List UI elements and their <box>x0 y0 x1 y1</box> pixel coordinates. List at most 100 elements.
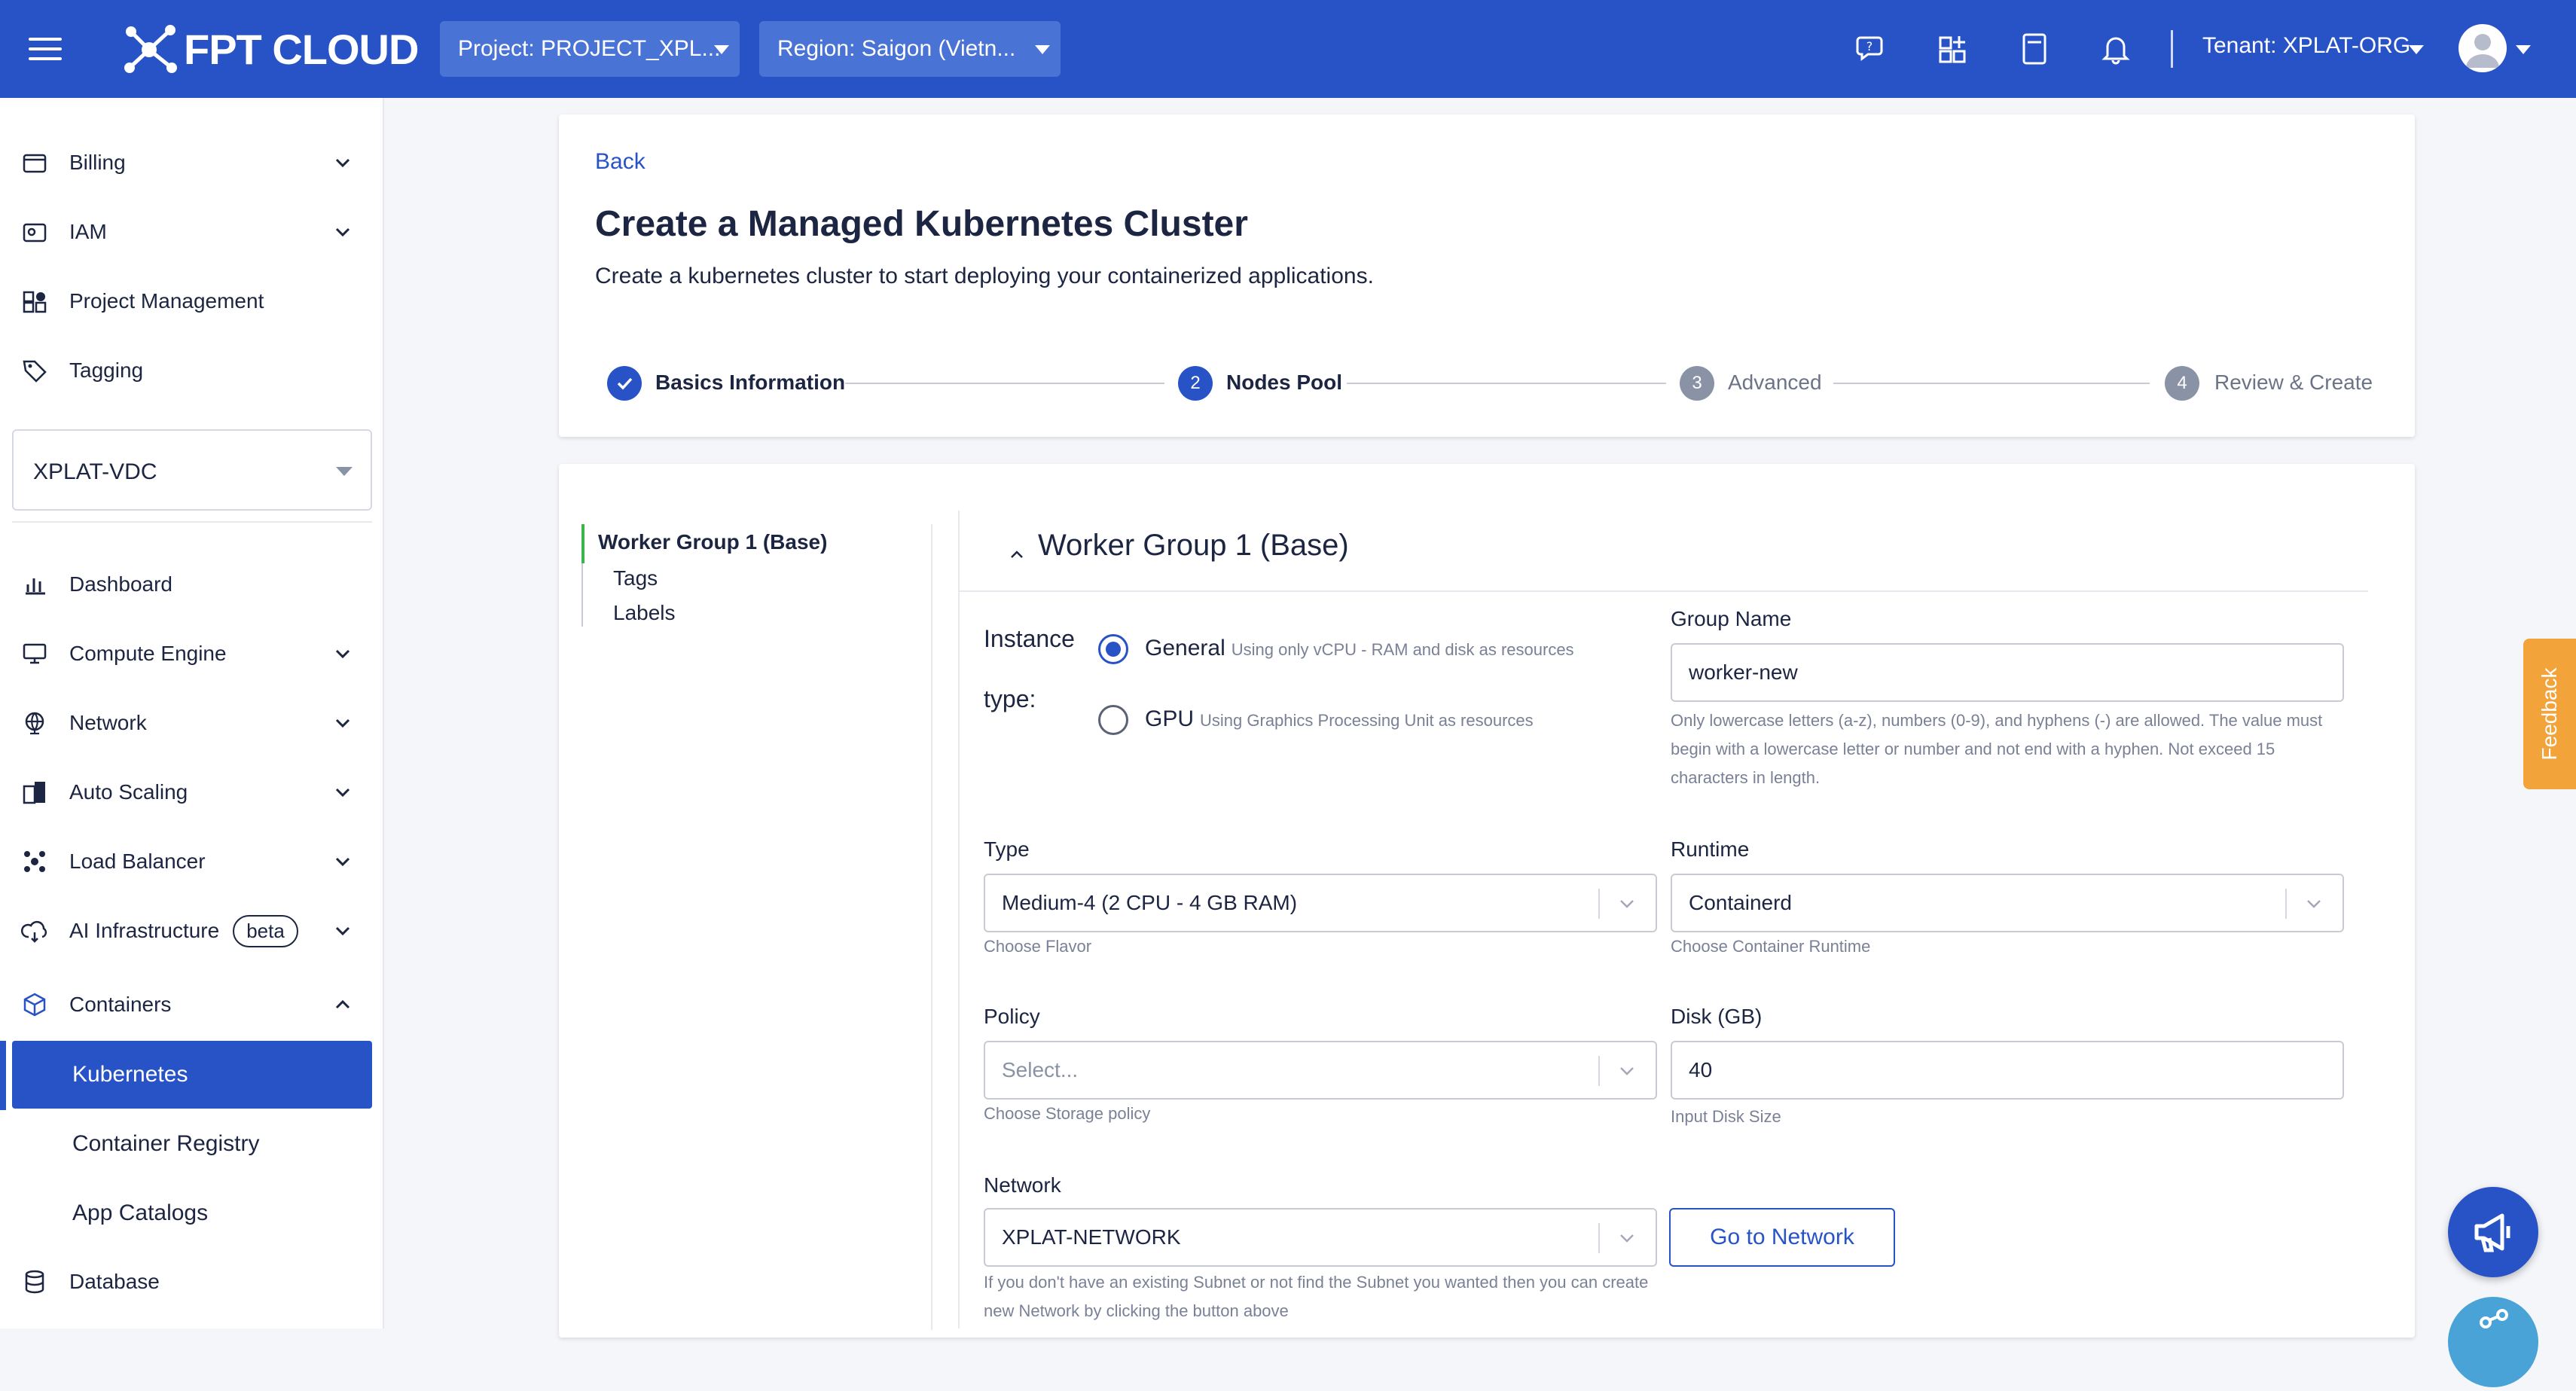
sidebar-subitem-app-catalogs[interactable]: App Catalogs <box>12 1179 372 1247</box>
sidebar-item-auto-scaling[interactable]: Auto Scaling <box>0 761 384 824</box>
type-select[interactable]: Medium-4 (2 CPU - 4 GB RAM) <box>984 874 1657 932</box>
sidebar: Billing IAM Project Management Tagging X… <box>0 98 384 1328</box>
caret-down-icon[interactable] <box>2516 45 2531 54</box>
share-button[interactable] <box>2448 1297 2538 1387</box>
general-option[interactable]: General Using only vCPU - RAM and disk as… <box>1145 636 1574 661</box>
instance-type-label-2: type: <box>984 685 1036 712</box>
chevron-down-icon <box>1620 1234 1634 1243</box>
sidebar-item-compute-engine[interactable]: Compute Engine <box>0 622 384 685</box>
tag-icon <box>23 360 47 383</box>
select-divider <box>1598 1056 1600 1086</box>
type-hint: Choose Flavor <box>984 937 1092 956</box>
menu-icon[interactable] <box>29 38 62 60</box>
chevron-down-icon <box>335 788 350 798</box>
network-hint: If you don't have an existing Subnet or … <box>984 1273 1649 1320</box>
tenant-select[interactable]: Tenant: XPLAT-ORG <box>2202 33 2410 59</box>
sidebar-item-network[interactable]: Network <box>0 691 384 755</box>
project-icon <box>23 291 47 313</box>
sidebar-item-containers[interactable]: Containers <box>0 973 384 1036</box>
sidebar-item-label: Tagging <box>69 358 144 382</box>
sidebar-item-label: Load Balancer <box>69 850 206 873</box>
chevron-down-icon <box>335 718 350 728</box>
chevron-up-icon[interactable] <box>1009 547 1024 562</box>
sidebar-item-load-balancer[interactable]: Load Balancer <box>0 830 384 893</box>
step-2-number: 2 <box>1178 366 1213 401</box>
sidebar-subitem-kubernetes[interactable]: Kubernetes <box>12 1041 372 1109</box>
chevron-down-icon <box>2307 900 2321 908</box>
sidebar-item-label: Containers <box>69 993 172 1016</box>
policy-select[interactable]: Select... <box>984 1041 1657 1100</box>
project-select[interactable]: Project: PROJECT_XPL... <box>440 21 740 77</box>
share-icon <box>2480 1309 2508 1328</box>
caret-down-icon[interactable] <box>2409 45 2424 54</box>
disk-label: Disk (GB) <box>1671 1005 1763 1028</box>
feedback-tab[interactable]: Feedback <box>2523 639 2576 789</box>
chevron-down-icon <box>1620 1067 1634 1075</box>
support-chat-icon[interactable]: ? <box>1856 32 1891 66</box>
step-connector <box>1833 383 2150 384</box>
worker-group-panel: Worker Group 1 (Base) Instance type: Gen… <box>958 511 2368 1328</box>
sidebar-subitem-container-registry[interactable]: Container Registry <box>12 1110 372 1178</box>
runtime-select-value: Containerd <box>1689 891 1792 914</box>
chevron-up-icon <box>335 999 350 1009</box>
toc-item-labels[interactable]: Labels <box>613 601 676 625</box>
ai-infrastructure-label: AI Infrastructure <box>69 918 220 942</box>
page-title: Create a Managed Kubernetes Cluster <box>595 204 1248 244</box>
step-3-label: Advanced <box>1728 371 1822 394</box>
toc-active-bar <box>581 524 584 563</box>
sidebar-item-dashboard[interactable]: Dashboard <box>0 553 384 616</box>
megaphone-icon <box>2474 1213 2510 1252</box>
notification-bell-icon[interactable] <box>2098 32 2133 66</box>
user-avatar[interactable] <box>2458 24 2507 72</box>
region-select-value: Region: Saigon (Vietn... <box>777 36 1016 61</box>
runtime-select[interactable]: Containerd <box>1671 874 2344 932</box>
step-connector <box>1347 383 1666 384</box>
type-select-value: Medium-4 (2 CPU - 4 GB RAM) <box>1002 891 1298 914</box>
sidebar-item-tagging[interactable]: Tagging <box>0 339 384 402</box>
group-name-input[interactable]: worker-new <box>1671 643 2344 702</box>
monitor-icon <box>23 643 47 664</box>
disk-size-input[interactable]: 40 <box>1671 1041 2344 1100</box>
fpt-cloud-logo[interactable]: FPT CLOUD <box>124 23 419 75</box>
go-to-network-button[interactable]: Go to Network <box>1669 1208 1895 1267</box>
worker-group-header[interactable]: Worker Group 1 (Base) <box>960 511 2368 592</box>
step-2-label: Nodes Pool <box>1226 371 1343 394</box>
sidebar-item-iam[interactable]: IAM <box>0 200 384 264</box>
header-card: Back Create a Managed Kubernetes Cluster… <box>559 114 2415 437</box>
step-4-number: 4 <box>2165 366 2199 401</box>
chevron-down-icon <box>1620 900 1634 908</box>
sidebar-item-project-management[interactable]: Project Management <box>0 270 384 333</box>
disk-hint: Input Disk Size <box>1671 1107 1781 1126</box>
back-link[interactable]: Back <box>595 149 646 175</box>
sidebar-item-ai-infrastructure[interactable]: AI Infrastructure beta <box>0 899 384 962</box>
policy-label: Policy <box>984 1005 1040 1028</box>
page-subtitle: Create a kubernetes cluster to start dep… <box>595 264 1374 288</box>
worker-group-title: Worker Group 1 (Base) <box>1038 529 1349 562</box>
network-select[interactable]: XPLAT-NETWORK <box>984 1208 1657 1267</box>
id-card-icon <box>23 223 47 243</box>
sidebar-item-billing[interactable]: Billing <box>0 131 384 194</box>
sidebar-item-label: Billing <box>69 151 126 174</box>
type-label: Type <box>984 837 1030 861</box>
general-radio[interactable] <box>1098 634 1128 664</box>
apps-add-icon[interactable] <box>1937 32 1972 66</box>
sidebar-item-label: Auto Scaling <box>69 780 188 804</box>
sidebar-item-database[interactable]: Database <box>0 1250 384 1313</box>
chevron-down-icon <box>335 227 350 237</box>
vdc-select[interactable]: XPLAT-VDC <box>12 429 372 511</box>
toc-item-worker-group[interactable]: Worker Group 1 (Base) <box>598 530 827 554</box>
select-divider <box>2285 889 2287 919</box>
announcement-button[interactable] <box>2448 1187 2538 1277</box>
toc-item-tags[interactable]: Tags <box>613 566 658 590</box>
region-select[interactable]: Region: Saigon (Vietn... <box>759 21 1061 77</box>
gpu-radio[interactable] <box>1098 705 1128 735</box>
vdc-select-value: XPLAT-VDC <box>33 459 157 484</box>
database-icon <box>25 1270 44 1294</box>
gpu-option[interactable]: GPU Using Graphics Processing Unit as res… <box>1145 706 1534 732</box>
sidebar-item-label: Project Management <box>69 289 264 313</box>
sidebar-item-label: Database <box>69 1270 160 1293</box>
load-balancer-icon <box>24 851 45 872</box>
network-select-value: XPLAT-NETWORK <box>1002 1225 1181 1249</box>
toc-line <box>581 563 583 627</box>
calculator-icon[interactable] <box>2017 32 2052 66</box>
